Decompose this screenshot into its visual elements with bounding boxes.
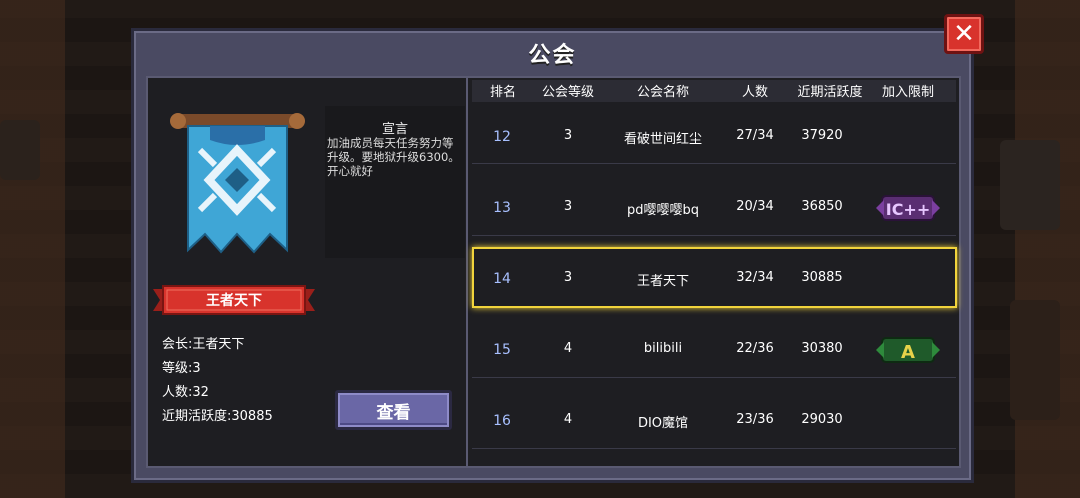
panel-title: 公会: [528, 43, 577, 68]
guild-leader: 会长:王者天下: [162, 337, 245, 352]
header-rank: 排名: [489, 85, 517, 100]
row-activity: 30380: [801, 341, 843, 356]
restriction-badge-label: A: [901, 342, 915, 363]
row-level: 3: [563, 128, 573, 143]
row-members: 27/34: [736, 128, 774, 143]
background-prop: [0, 120, 40, 180]
row-members: 23/36: [736, 412, 774, 427]
guild-name: 王者天下: [206, 293, 262, 309]
guild-activity: 近期活跃度:30885: [162, 409, 273, 424]
restriction-badge-icon: A: [876, 337, 940, 363]
row-activity: 36850: [801, 199, 843, 214]
row-rank: 12: [493, 129, 511, 145]
header-activity: 近期活跃度: [797, 85, 863, 100]
row-divider: [472, 235, 956, 236]
row-name: DIO魔馆: [637, 416, 689, 431]
restriction-badge-label: IC++: [886, 200, 931, 219]
view-button[interactable]: 查看: [335, 390, 452, 430]
row-level: 4: [563, 341, 573, 356]
declaration-text: 加油成员每天任务努力等升级。要地狱升级6300。开心就好: [327, 136, 460, 178]
guild-level: 等级:3: [162, 361, 201, 376]
header-name: 公会名称: [636, 85, 690, 100]
header-level: 公会等级: [541, 85, 595, 100]
selected-row-highlight: [472, 247, 957, 308]
guild-banner-icon: [170, 113, 305, 254]
row-divider: [472, 448, 956, 449]
row-name: bilibili: [643, 341, 683, 356]
declaration-title: 宣言: [381, 122, 408, 137]
header-restriction: 加入限制: [881, 85, 935, 100]
restriction-badge-icon: IC++: [876, 195, 940, 221]
row-rank: 16: [493, 413, 511, 429]
close-icon: ✕: [953, 19, 975, 49]
row-level: 4: [563, 412, 573, 427]
row-rank: 13: [493, 200, 511, 216]
header-members: 人数: [741, 85, 769, 100]
row-level: 3: [563, 199, 573, 214]
row-members: 20/34: [736, 199, 774, 214]
row-name: 看破世间红尘: [623, 132, 703, 147]
row-activity: 29030: [801, 412, 843, 427]
row-rank: 15: [493, 342, 511, 358]
background-prop: [1000, 140, 1060, 230]
row-members: 22/36: [736, 341, 774, 356]
row-name: pd嘤嘤嘤bq: [626, 203, 700, 218]
column-divider: [466, 76, 468, 468]
row-divider: [472, 377, 956, 378]
close-button[interactable]: ✕: [944, 14, 984, 54]
row-divider: [472, 163, 956, 164]
background-prop: [1010, 300, 1060, 420]
row-activity: 37920: [801, 128, 843, 143]
guild-members: 人数:32: [162, 385, 209, 400]
